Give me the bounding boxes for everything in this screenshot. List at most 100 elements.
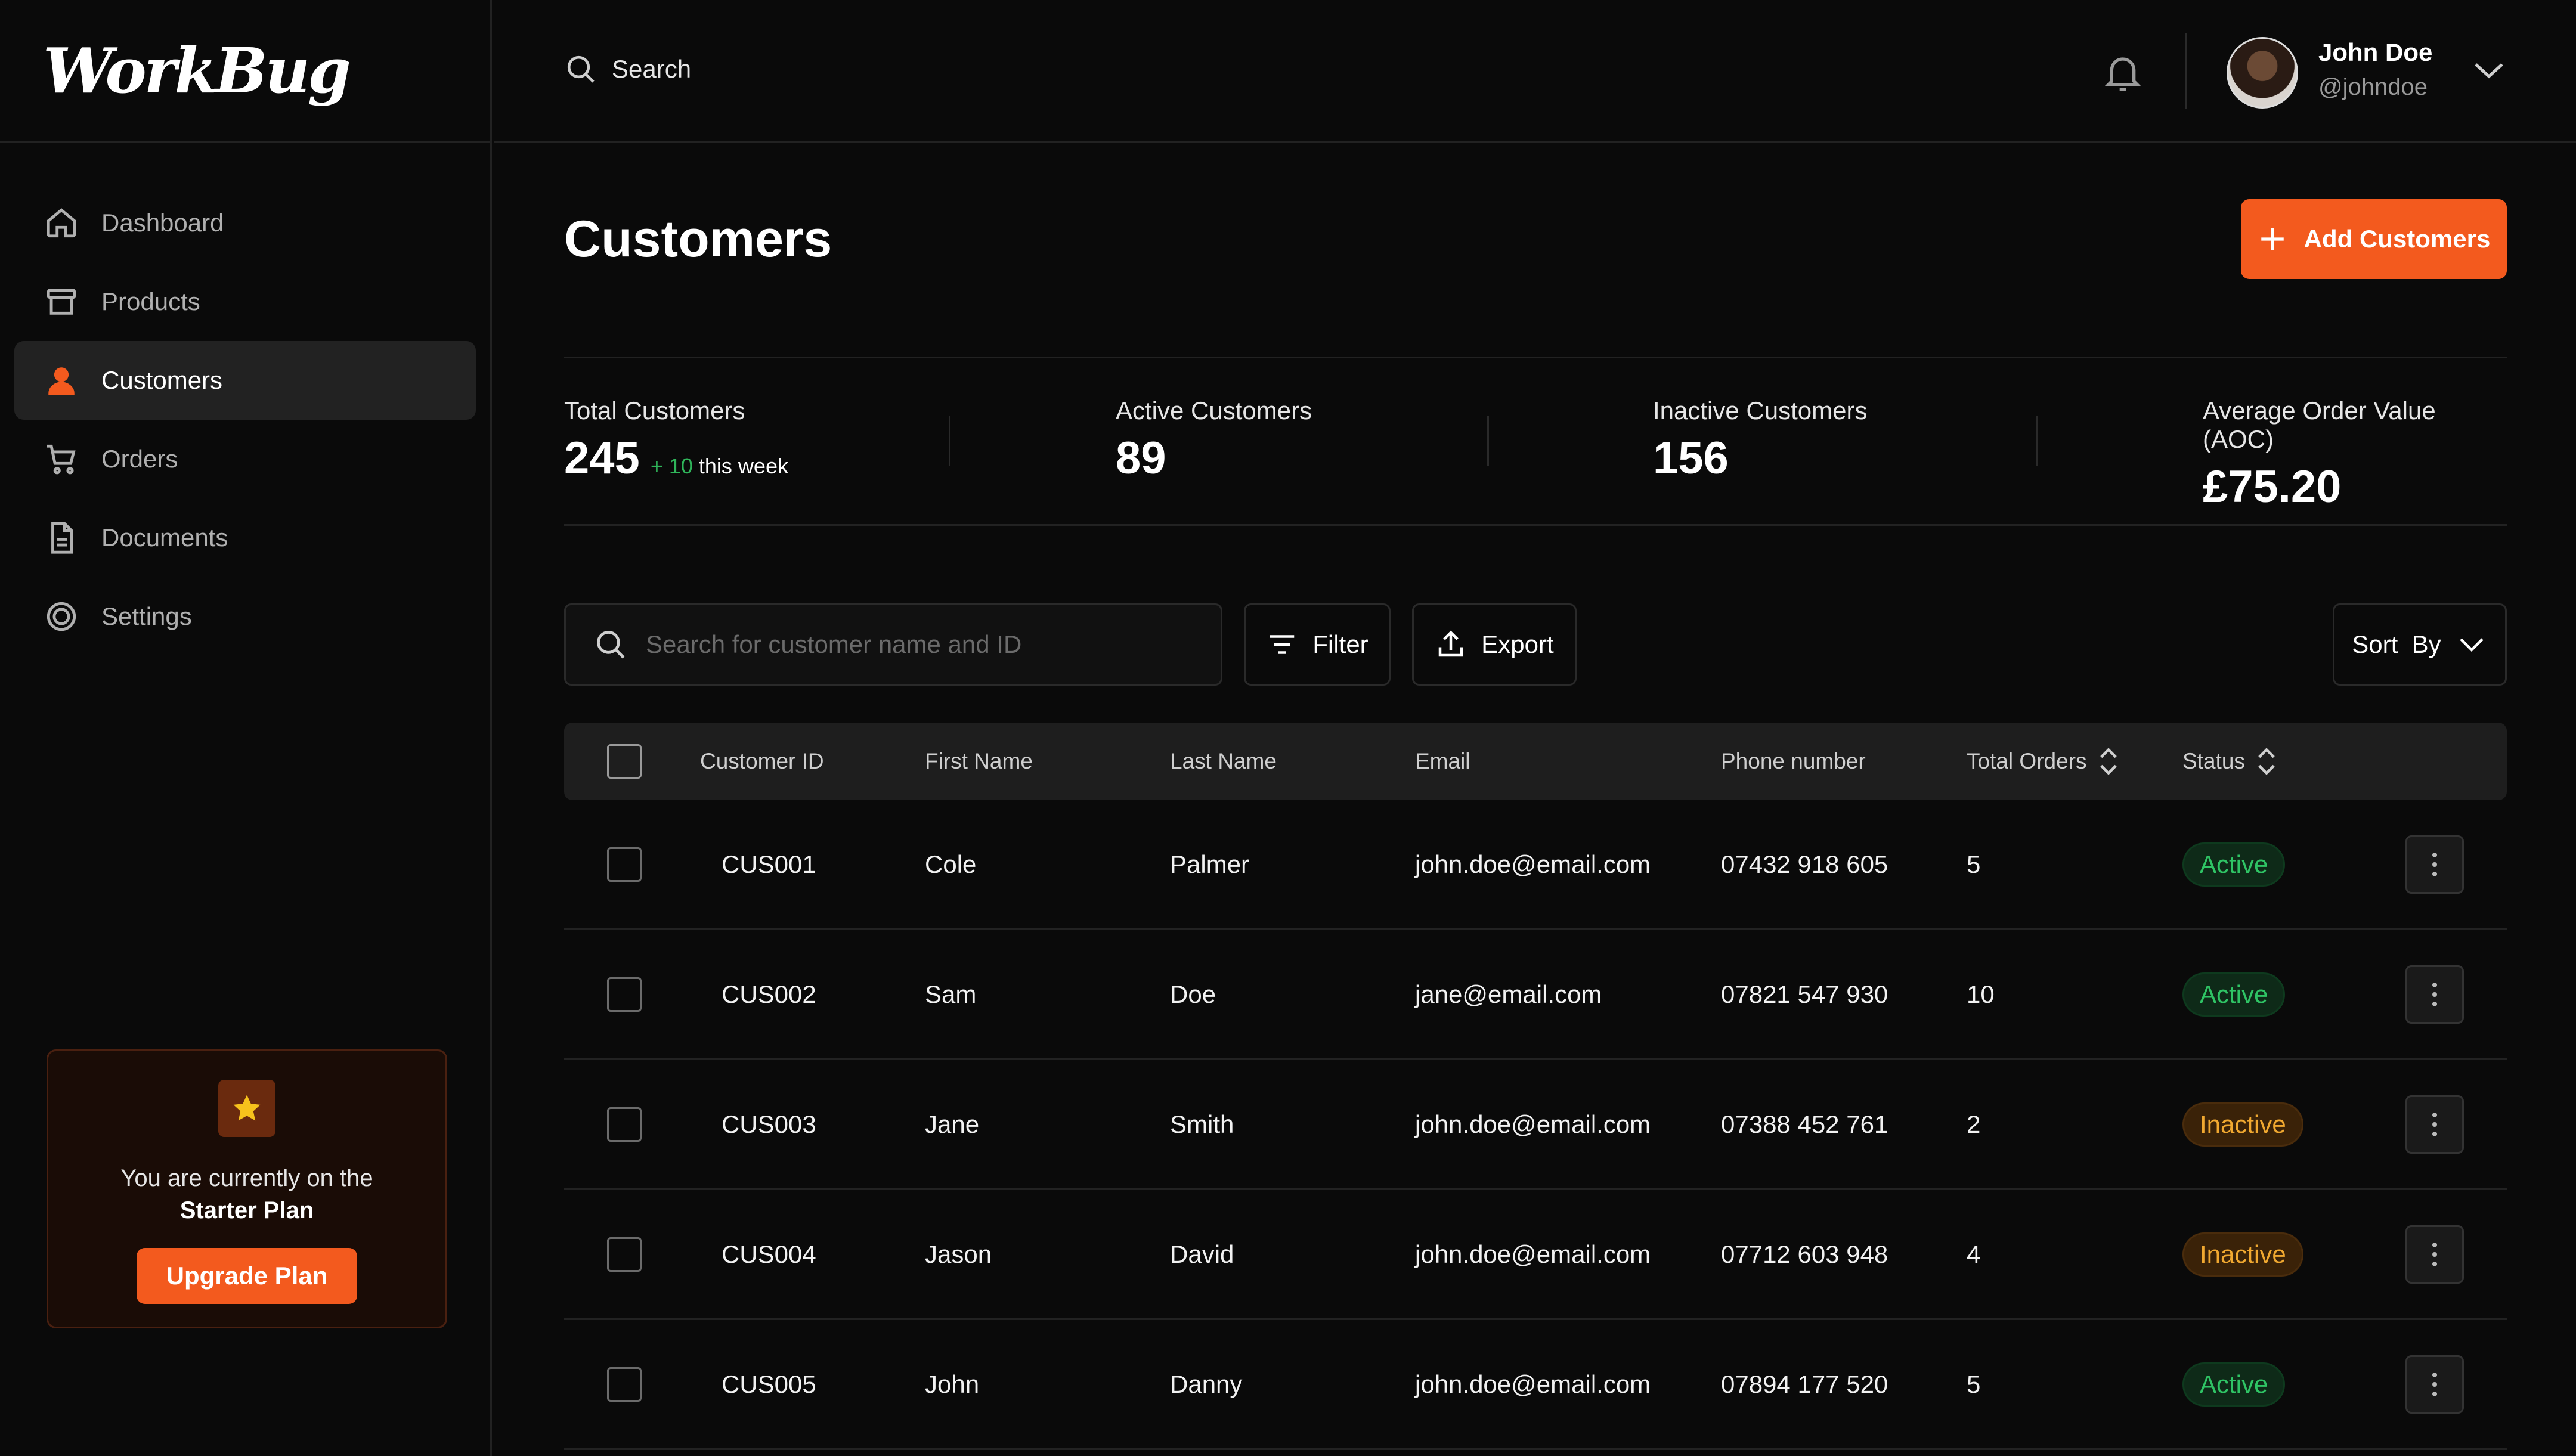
row-checkbox-cell [607, 1320, 642, 1448]
cell-status: Inactive [2182, 1060, 2303, 1188]
document-icon [44, 521, 79, 555]
sidebar-item-label: Orders [101, 445, 178, 473]
more-options-button[interactable] [2405, 965, 2464, 1024]
sidebar-item-products[interactable]: Products [14, 262, 476, 341]
more-options-button[interactable] [2405, 1225, 2464, 1284]
cell-email: john.doe@email.com [1415, 1110, 1651, 1138]
more-options-button[interactable] [2405, 1355, 2464, 1414]
cell-total-orders: 2 [1967, 1110, 1981, 1138]
kebab-icon [2432, 1112, 2437, 1136]
sidebar-item-dashboard[interactable]: Dashboard [14, 184, 476, 262]
table-row[interactable]: CUS003 Jane Smith john.doe@email.com 073… [564, 1060, 2507, 1190]
stat-value: 89 [1116, 433, 1166, 484]
row-checkbox[interactable] [607, 1107, 642, 1142]
cell-email: john.doe@email.com [1415, 850, 1651, 878]
bell-icon[interactable] [2104, 52, 2142, 94]
user-icon [44, 363, 79, 398]
column-header-status-label: Status [2182, 749, 2245, 773]
row-checkbox-cell [607, 1060, 642, 1188]
sidebar-item-documents[interactable]: Documents [14, 498, 476, 577]
stat-active-customers: Active Customers 89 [1116, 396, 1312, 484]
select-all-checkbox[interactable] [607, 744, 642, 779]
table-row[interactable]: CUS002 Sam Doe jane@email.com 07821 547 … [564, 930, 2507, 1060]
filter-button[interactable]: Filter [1244, 603, 1391, 686]
status-badge: Active [2182, 842, 2286, 887]
stat-delta: + 10 this week [651, 454, 788, 479]
cell-last-name: David [1170, 1240, 1234, 1268]
column-header-last-name: Last Name [1170, 749, 1277, 773]
cell-first-name: Jason [925, 1240, 992, 1268]
sort-by-button[interactable]: Sort By [2333, 603, 2507, 686]
stat-delta-text: this week [698, 454, 788, 478]
cell-first-name: Jane [925, 1110, 980, 1138]
cart-icon [44, 442, 79, 476]
upload-icon [1439, 630, 1463, 657]
row-checkbox[interactable] [607, 847, 642, 882]
cell-last-name: Smith [1170, 1110, 1234, 1138]
cell-phone: 07894 177 520 [1721, 1370, 1888, 1398]
column-header-first-name: First Name [925, 749, 1033, 773]
upgrade-plan-button[interactable]: Upgrade Plan [136, 1248, 358, 1304]
filter-icon [1270, 635, 1295, 654]
star-icon [218, 1080, 275, 1137]
sort-by-label: Sort By [2352, 630, 2441, 658]
sidebar-item-customers[interactable]: Customers [14, 341, 476, 420]
row-checkbox[interactable] [607, 1367, 642, 1402]
cell-total-orders: 4 [1967, 1240, 1981, 1268]
sidebar-item-settings[interactable]: Settings [14, 577, 476, 656]
add-customers-button[interactable]: Add Customers [2241, 199, 2507, 279]
chevron-down-icon[interactable] [2472, 58, 2506, 82]
export-button[interactable]: Export [1412, 603, 1577, 686]
plan-name: Starter Plan [179, 1197, 314, 1223]
user-handle: @johndoe [2318, 74, 2428, 100]
row-checkbox-cell [607, 800, 642, 928]
table-row[interactable]: CUS005 John Danny john.doe@email.com 078… [564, 1320, 2507, 1450]
global-search[interactable]: Search [564, 52, 691, 86]
app-logo[interactable]: WorkBug [43, 34, 351, 107]
more-options-button[interactable] [2405, 1095, 2464, 1154]
cell-actions [2405, 1060, 2464, 1188]
column-header-total-orders[interactable]: Total Orders [1967, 723, 2120, 800]
export-label: Export [1481, 630, 1554, 658]
sidebar-item-orders[interactable]: Orders [14, 420, 476, 498]
cell-phone: 07432 918 605 [1721, 850, 1888, 878]
table-row[interactable]: CUS001 Cole Palmer john.doe@email.com 07… [564, 800, 2507, 930]
row-checkbox-cell [607, 1190, 642, 1318]
stat-label: Total Customers [564, 396, 745, 425]
table-toolbar: Filter Export Sort By [564, 603, 2507, 686]
row-checkbox[interactable] [607, 1237, 642, 1272]
cell-customer-id: CUS004 [722, 1240, 816, 1268]
header-divider [2185, 33, 2187, 109]
cell-last-name: Danny [1170, 1370, 1243, 1398]
customer-search-input[interactable] [646, 630, 1194, 659]
cell-email: john.doe@email.com [1415, 1370, 1651, 1398]
page-title: Customers [564, 210, 832, 268]
more-options-button[interactable] [2405, 835, 2464, 894]
top-bar: Search John Doe @johndoe [494, 0, 2576, 143]
cell-status: Active [2182, 1320, 2286, 1448]
column-header-customer-id: Customer ID [700, 749, 824, 773]
cell-status: Inactive [2182, 1190, 2303, 1318]
cell-first-name: Sam [925, 980, 977, 1008]
plus-icon [2261, 228, 2284, 250]
stat-label: Average Order Value (AOC) [2203, 396, 2436, 453]
avatar[interactable] [2227, 37, 2298, 109]
cell-actions [2405, 800, 2464, 928]
stat-value: £75.20 [2203, 461, 2342, 512]
sidebar: WorkBug Dashboard Products Customers Ord… [0, 0, 492, 1456]
sort-icon [2100, 748, 2117, 775]
table-row[interactable]: CUS004 Jason David john.doe@email.com 07… [564, 1190, 2507, 1320]
stat-value: 245 [564, 433, 640, 484]
cell-phone: 07388 452 761 [1721, 1110, 1888, 1138]
chevron-down-icon [2460, 638, 2484, 652]
box-icon [44, 284, 79, 319]
column-header-status[interactable]: Status [2182, 723, 2278, 800]
column-header-total-orders-label: Total Orders [1967, 749, 2087, 773]
row-checkbox[interactable] [607, 977, 642, 1012]
cell-email: john.doe@email.com [1415, 1240, 1651, 1268]
cell-status: Active [2182, 930, 2286, 1058]
cell-first-name: John [925, 1370, 980, 1398]
sort-icon [2258, 748, 2275, 775]
stats-bar: Total Customers 245 + 10 this week Activ… [564, 357, 2507, 526]
cell-last-name: Palmer [1170, 850, 1250, 878]
